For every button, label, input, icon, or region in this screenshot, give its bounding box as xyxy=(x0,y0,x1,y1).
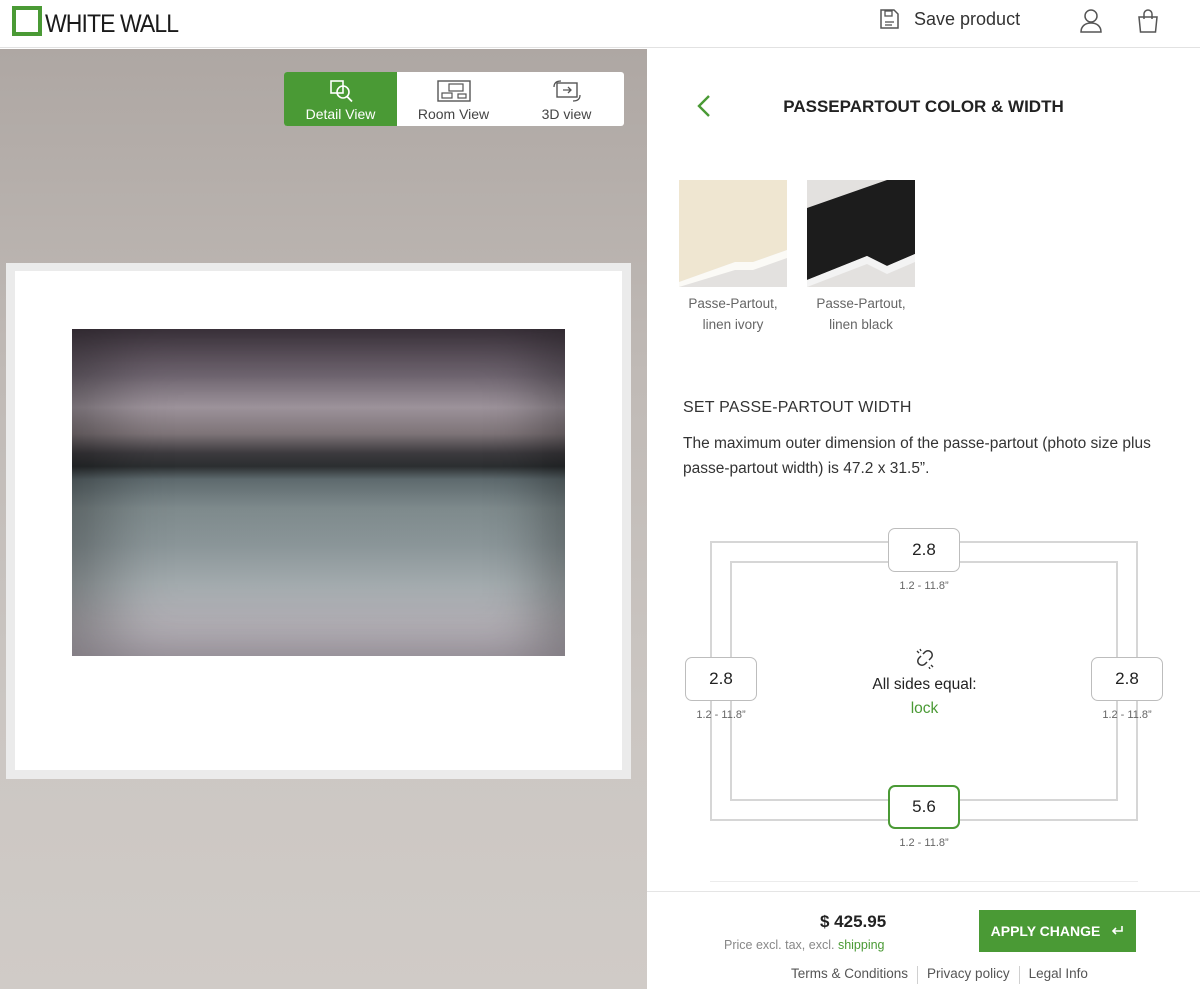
top-width-input[interactable]: 2.8 xyxy=(888,528,960,572)
view-toggle: Detail View Room View 3D view xyxy=(284,72,624,126)
detail-view-icon xyxy=(329,80,353,103)
user-icon xyxy=(1080,9,1102,33)
top-header: WHITE WALL Save product xyxy=(0,0,1200,48)
logo-square-icon xyxy=(12,6,42,36)
price-note: Price excl. tax, excl. shipping xyxy=(724,938,885,952)
passe-partout-mat xyxy=(15,271,622,770)
swatch-linen-ivory-label-2: linen ivory xyxy=(702,317,764,332)
swatch-linen-black[interactable]: Passe-Partout, linen black xyxy=(807,180,915,335)
save-product-label: Save product xyxy=(914,8,1021,29)
tab-detail-view[interactable]: Detail View xyxy=(284,72,397,126)
tab-detail-view-label: Detail View xyxy=(305,106,376,122)
swatch-linen-black-label-1: Passe-Partout, xyxy=(816,296,906,311)
swatch-linen-ivory[interactable]: Passe-Partout, linen ivory xyxy=(679,180,787,335)
swatch-linen-ivory-label-1: Passe-Partout, xyxy=(688,296,778,311)
price-value: $ 425.95 xyxy=(820,912,887,931)
tab-3d-view[interactable]: 3D view xyxy=(510,72,623,126)
terms-link[interactable]: Terms & Conditions xyxy=(782,966,917,984)
width-diagram: 2.8 1.2 - 11.8” 2.8 1.2 - 11.8” 2.8 1.2 … xyxy=(647,519,1200,859)
save-product-button[interactable]: Save product xyxy=(878,8,1020,30)
save-icon xyxy=(880,9,899,29)
logo-text: WHITE WALL xyxy=(45,10,179,38)
whitewall-logo[interactable]: WHITE WALL xyxy=(12,6,190,38)
panel-footer: $ 425.95 Price excl. tax, excl. shipping… xyxy=(647,891,1200,989)
configuration-panel: PASSEPARTOUT COLOR & WIDTH Passe-Partout… xyxy=(647,49,1200,989)
lock-link[interactable]: lock xyxy=(847,700,1002,718)
legal-info-link[interactable]: Legal Info xyxy=(1020,966,1097,984)
right-width-range: 1.2 - 11.8” xyxy=(1102,709,1152,721)
shipping-link[interactable]: shipping xyxy=(838,938,885,952)
bottom-width-range: 1.2 - 11.8” xyxy=(899,837,949,849)
shopping-bag-icon xyxy=(1138,9,1158,33)
tab-room-view-label: Room View xyxy=(417,106,490,122)
tab-room-view[interactable]: Room View xyxy=(397,72,510,126)
apply-change-button[interactable]: APPLY CHANGE xyxy=(979,910,1136,952)
unlink-icon xyxy=(916,648,933,670)
room-view-icon xyxy=(436,80,471,102)
product-preview-area: Detail View Room View 3D view xyxy=(0,49,647,989)
width-description: The maximum outer dimension of the passe… xyxy=(683,435,1151,477)
footer-links: Terms & Conditions Privacy policy Legal … xyxy=(782,966,1097,984)
divider xyxy=(710,881,1138,882)
cart-button[interactable] xyxy=(1135,8,1161,39)
tab-3d-view-label: 3D view xyxy=(541,106,592,122)
right-width-input[interactable]: 2.8 xyxy=(1091,657,1163,701)
panel-title: PASSEPARTOUT COLOR & WIDTH xyxy=(783,97,1064,116)
top-width-range: 1.2 - 11.8” xyxy=(899,580,949,592)
lock-sides-control: All sides equal: lock xyxy=(847,647,1002,718)
artwork-photo xyxy=(72,329,565,656)
3d-view-icon xyxy=(552,80,581,102)
swatch-linen-ivory-image xyxy=(679,180,787,287)
price-note-text: Price excl. tax, excl. xyxy=(724,938,835,952)
swatch-linen-black-image xyxy=(807,180,915,287)
enter-arrow-icon xyxy=(1112,926,1124,935)
bottom-width-input[interactable]: 5.6 xyxy=(888,785,960,829)
left-width-range: 1.2 - 11.8” xyxy=(696,709,746,721)
apply-change-label: APPLY CHANGE xyxy=(990,923,1101,939)
all-sides-equal-label: All sides equal: xyxy=(872,676,977,693)
privacy-link[interactable]: Privacy policy xyxy=(918,966,1019,984)
swatch-linen-black-label-2: linen black xyxy=(829,317,893,332)
section-title: SET PASSE-PARTOUT WIDTH xyxy=(683,399,912,416)
framed-artwork xyxy=(6,263,631,779)
left-width-input[interactable]: 2.8 xyxy=(685,657,757,701)
account-button[interactable] xyxy=(1078,8,1104,39)
